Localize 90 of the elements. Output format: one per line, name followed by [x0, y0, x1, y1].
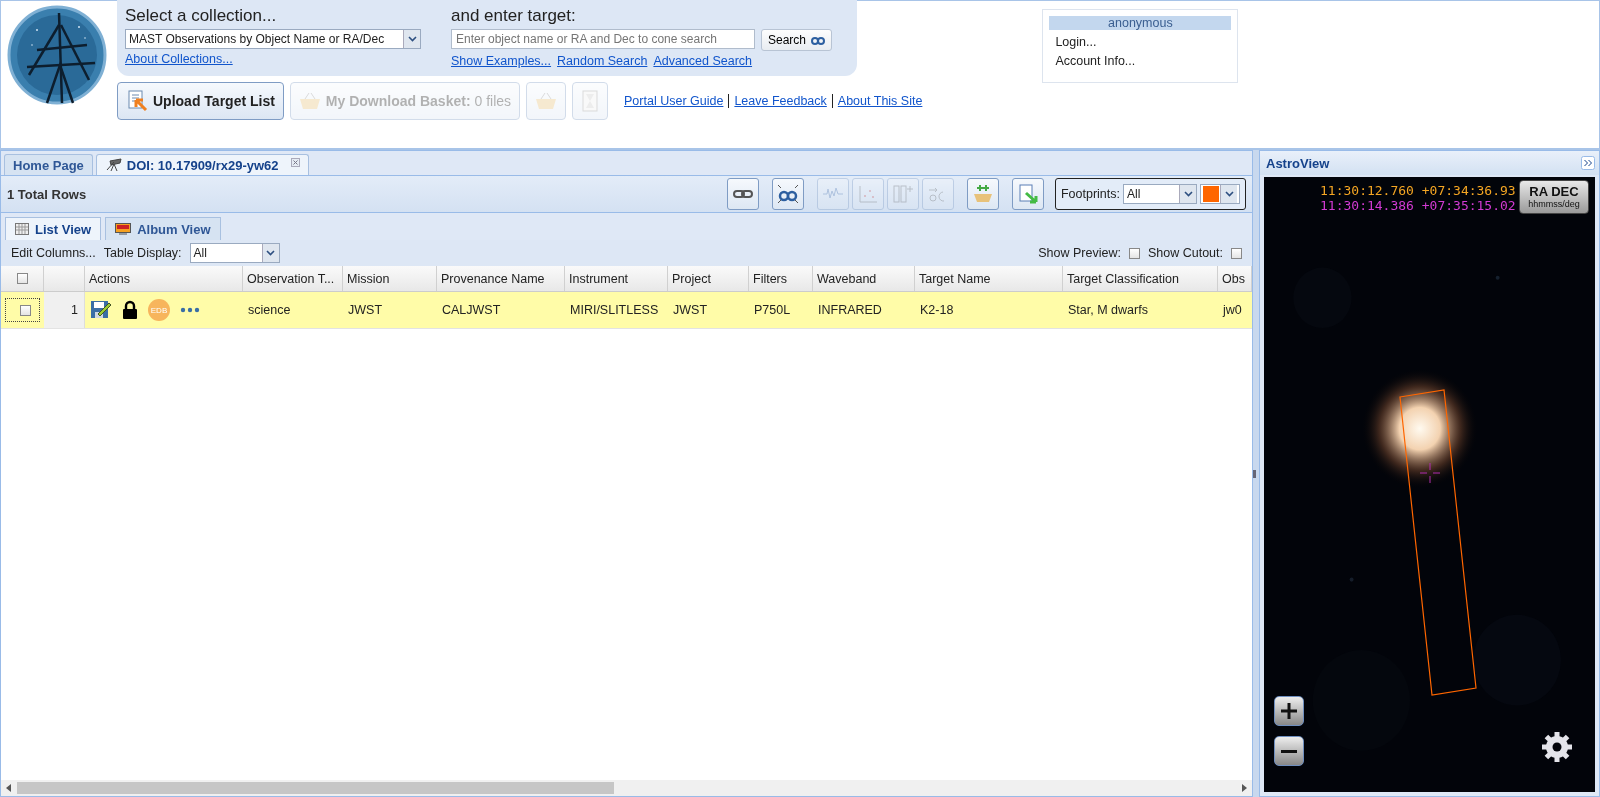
table-cell: JWST: [673, 303, 708, 317]
table-display-label: Table Display:: [103, 246, 182, 260]
table-row[interactable]: 1 EDB science JWST CALJWST MIRI/SLITLESS JWST P750L INFRARED K2-18 Star, M dwarfs jw0: [1, 292, 1252, 329]
view-tab[interactable]: List View: [5, 217, 102, 240]
zoom-button[interactable]: [771, 178, 804, 210]
export-button[interactable]: [1011, 178, 1044, 210]
tab[interactable]: DOI: 10.17909/rx29-yw62: [95, 154, 309, 175]
upload-button[interactable]: Upload Target List: [117, 82, 284, 120]
zoom-in-button[interactable]: [1274, 696, 1304, 726]
collection-label: Select a collection...: [125, 6, 278, 26]
user-menu-item[interactable]: Login...: [1049, 35, 1232, 49]
column-header[interactable]: Provenance Name: [441, 271, 545, 286]
table-cell: K2-18: [920, 303, 954, 317]
horizontal-scrollbar[interactable]: [1, 780, 1252, 796]
column-header[interactable]: Project: [672, 271, 711, 286]
about-collections-link[interactable]: About Collections...: [125, 52, 421, 66]
table-cell: Star, M dwarfs: [1068, 303, 1148, 317]
help-link[interactable]: Portal User Guide: [624, 94, 724, 108]
coordinate-readout: 11:30:12.760 +07:34:36.93: [1320, 183, 1516, 198]
table-cell: INFRARED: [818, 303, 882, 317]
target-search-field[interactable]: Enter object name or RA and Dec to cone search: [451, 29, 755, 49]
search-button[interactable]: Search: [761, 29, 833, 51]
user-name: anonymous: [1049, 16, 1232, 30]
footprints-label: Footprints:: [1060, 187, 1120, 201]
mast-logo[interactable]: [7, 5, 107, 105]
collapse-icon[interactable]: [1581, 156, 1595, 170]
basket-icon: [971, 184, 994, 204]
telescope-icon: [104, 158, 123, 172]
column-header[interactable]: Target Name: [919, 271, 991, 286]
select-all-checkbox[interactable]: [16, 273, 28, 284]
column-header[interactable]: Filters: [753, 271, 788, 286]
show-cutout-checkbox[interactable]: [1231, 247, 1242, 259]
user-menu-item[interactable]: Account Info...: [1049, 54, 1232, 68]
upload-list-icon: [126, 90, 148, 112]
color-picker[interactable]: [1200, 184, 1240, 204]
view-tab[interactable]: Album View: [105, 217, 221, 240]
collection-dropdown[interactable]: MAST Observations by Object Name or RA/Dec: [125, 29, 421, 49]
columns-icon: [891, 184, 914, 204]
search-link[interactable]: Random Search: [557, 54, 648, 68]
table-cell: MIRI/SLITLESS: [570, 303, 659, 317]
column-header[interactable]: Target Classification: [1067, 271, 1179, 286]
minus-icon: [1280, 749, 1298, 753]
binoculars-icon: [776, 184, 799, 204]
edit-icon[interactable]: [90, 300, 112, 320]
coordinate-readout: 11:30:14.386 +07:35:15.02: [1320, 198, 1516, 213]
export-icon: [1016, 184, 1039, 204]
column-header[interactable]: Observation T...: [247, 271, 335, 286]
tab[interactable]: Home Page: [4, 154, 93, 175]
show-preview-label: Show Preview:: [1038, 246, 1121, 260]
search-link[interactable]: Advanced Search: [653, 54, 753, 68]
monitor-icon: [115, 223, 132, 235]
binoculars-icon: [811, 35, 826, 45]
close-icon[interactable]: [290, 158, 300, 167]
grid-icon: [15, 223, 29, 235]
row-checkbox[interactable]: [19, 304, 31, 316]
table-cell: CALJWST: [442, 303, 501, 317]
column-header[interactable]: Obs: [1222, 271, 1245, 286]
link-button[interactable]: [726, 178, 759, 210]
basket-icon: [535, 92, 558, 110]
show-preview-checkbox[interactable]: [1128, 247, 1140, 259]
basket-add-button[interactable]: [966, 178, 999, 210]
panel-title: AstroView: [1266, 155, 1330, 171]
table-cell: P750L: [754, 303, 791, 317]
column-header[interactable]: Mission: [347, 271, 390, 286]
total-rows-label: 1 Total Rows: [7, 186, 88, 202]
scatter-plot-icon: [856, 184, 879, 204]
settings-icon[interactable]: [1541, 731, 1573, 763]
plus-icon: [1280, 702, 1298, 720]
column-header[interactable]: Actions: [89, 271, 130, 286]
help-link[interactable]: About This Site: [831, 94, 923, 108]
coordinate-format-button[interactable]: RA DEC hhmmss/deg: [1519, 180, 1589, 214]
help-link[interactable]: Leave Feedback: [728, 94, 827, 108]
lock-icon[interactable]: [122, 300, 138, 320]
table-cell: science: [248, 303, 291, 317]
row-number: 1: [44, 292, 85, 328]
footprints-dropdown[interactable]: All: [1123, 184, 1197, 204]
target-label: and enter target:: [451, 6, 577, 26]
table-display-dropdown[interactable]: All: [189, 243, 280, 263]
table-cell: jw0: [1223, 303, 1242, 317]
edit-columns-link[interactable]: Edit Columns...: [11, 246, 96, 260]
search-link[interactable]: Show Examples...: [451, 54, 552, 68]
more-icon[interactable]: [180, 307, 200, 313]
show-cutout-label: Show Cutout:: [1147, 246, 1223, 260]
table-cell: JWST: [348, 303, 383, 317]
document-icon: [581, 90, 600, 112]
column-header[interactable]: Waveband: [817, 271, 877, 286]
basket-icon: [298, 92, 321, 110]
column-header[interactable]: Instrument: [569, 271, 629, 286]
crosshair-icon: [1420, 463, 1440, 483]
zoom-out-button[interactable]: [1274, 736, 1304, 766]
